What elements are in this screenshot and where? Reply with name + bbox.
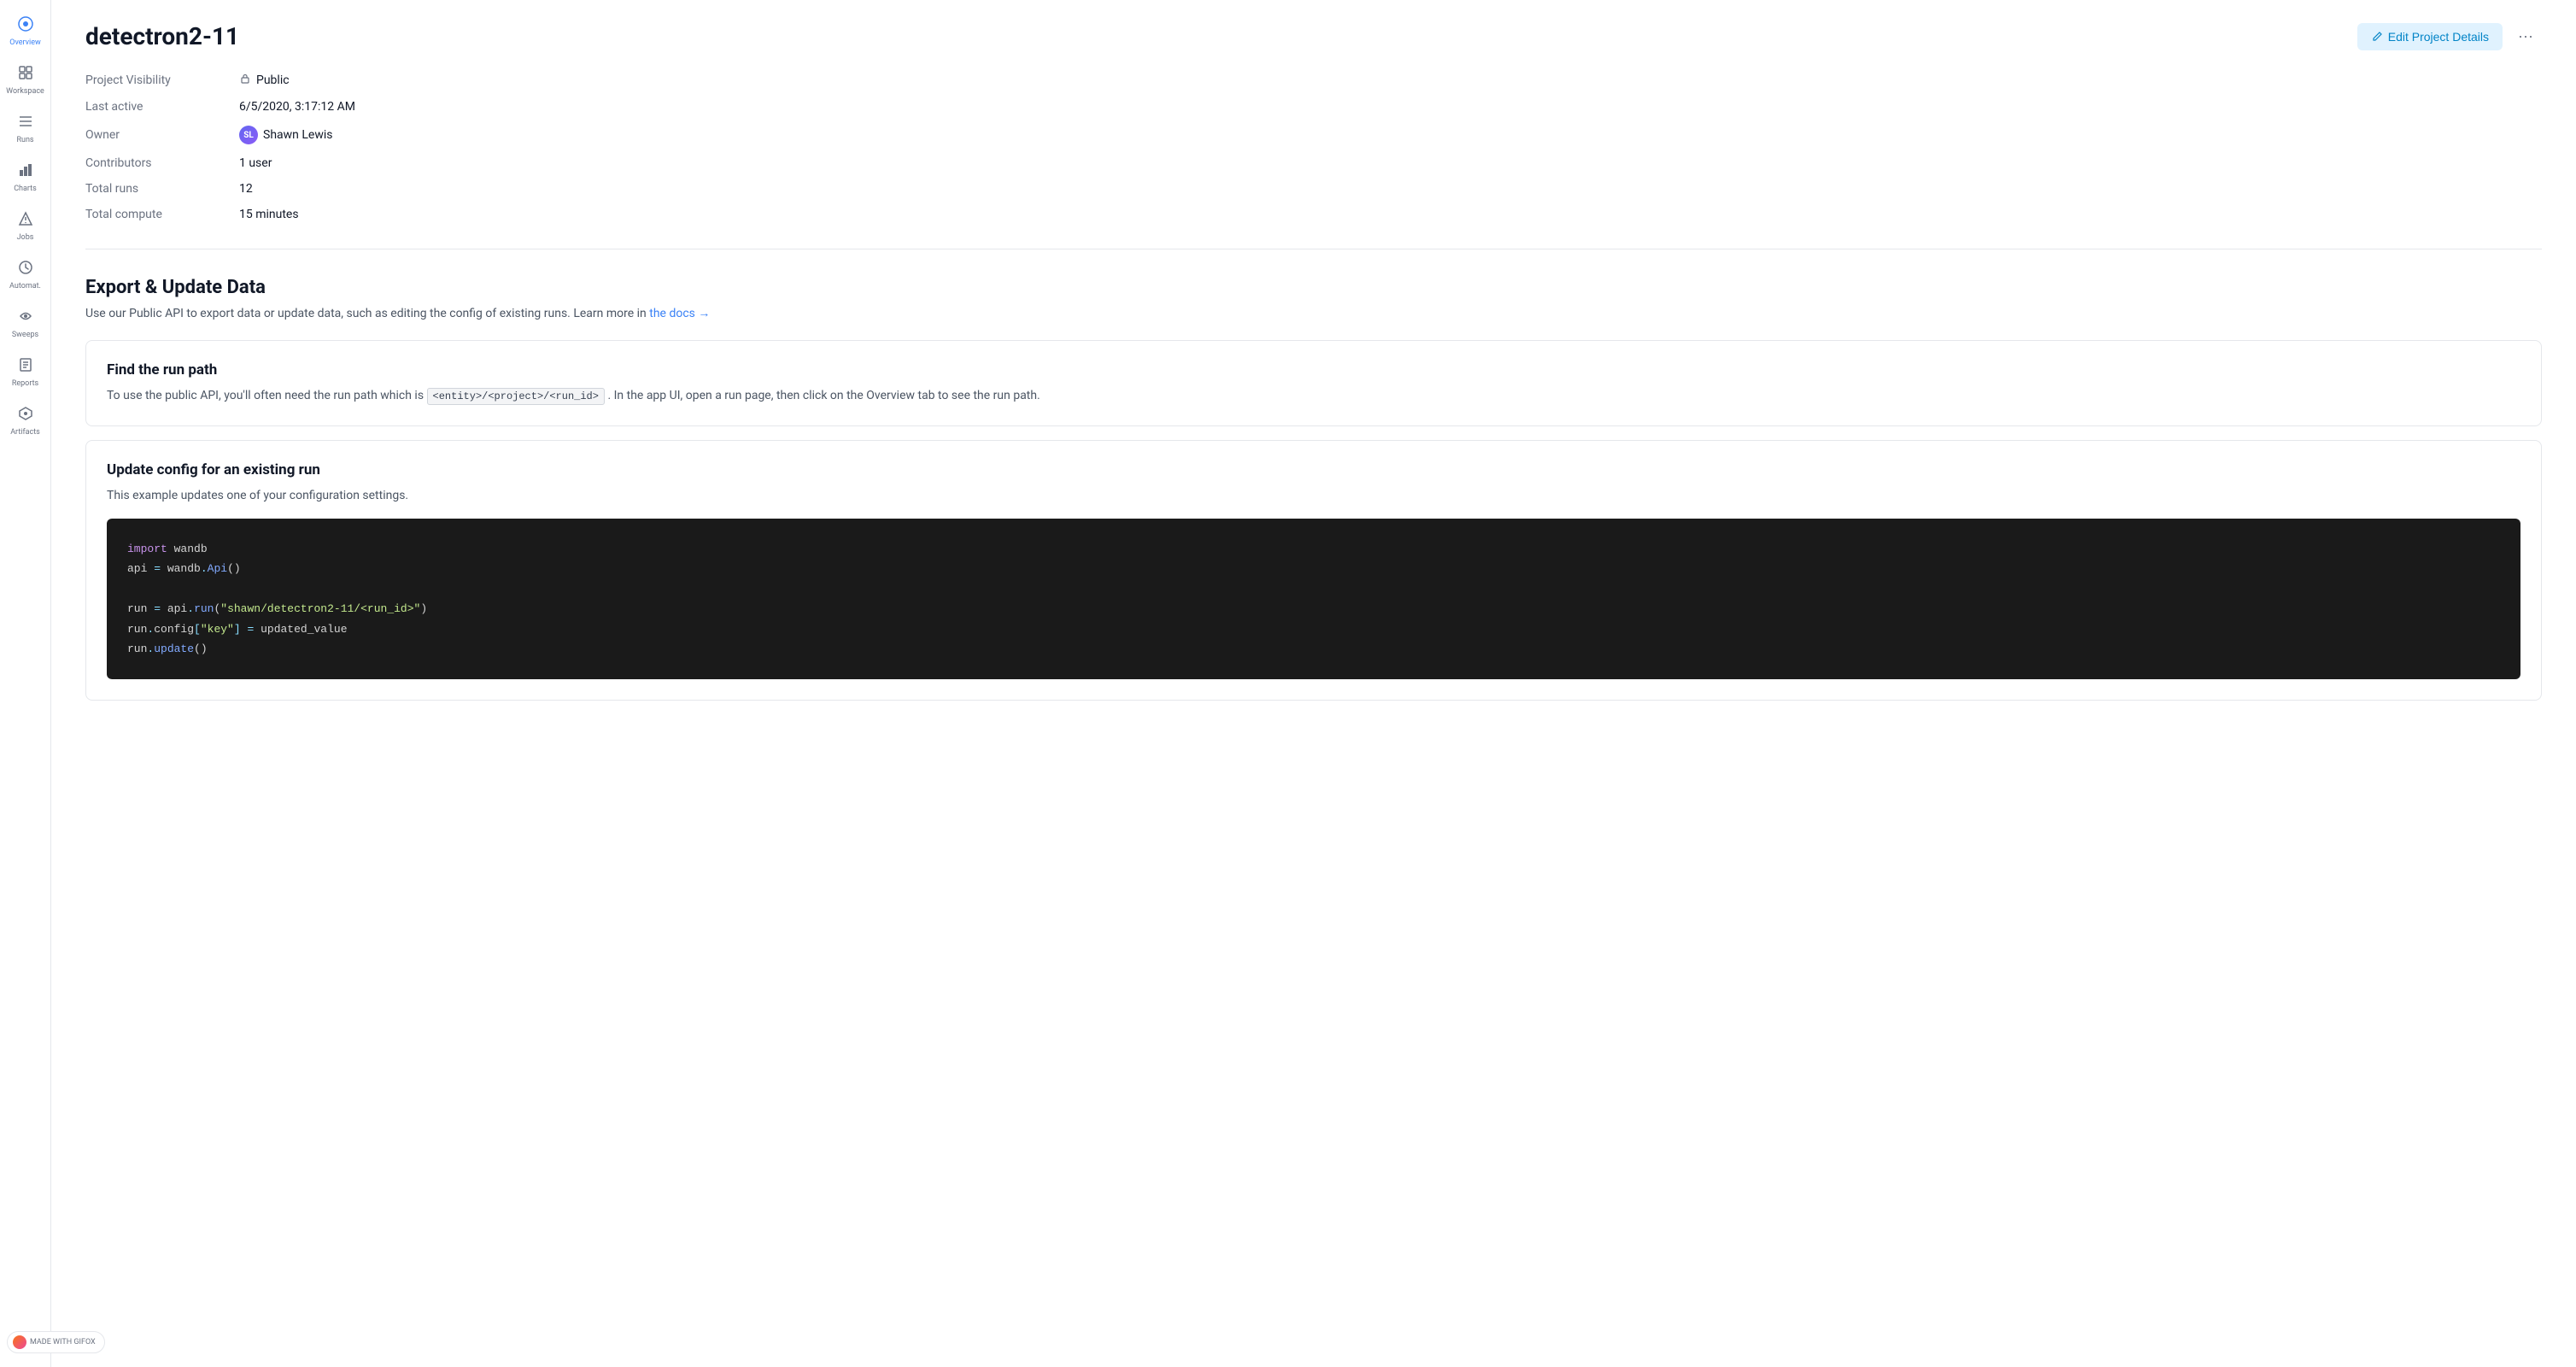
find-run-path-title: Find the run path bbox=[107, 361, 2520, 378]
sidebar-item-artifacts[interactable]: Artifacts bbox=[0, 396, 50, 445]
total-compute-label: Total compute bbox=[85, 208, 239, 221]
code-line-2: api = wandb.Api() bbox=[127, 559, 2500, 578]
workspace-icon bbox=[17, 64, 34, 85]
sweeps-icon bbox=[17, 308, 34, 328]
edit-icon bbox=[2371, 31, 2383, 43]
sidebar-item-automat[interactable]: Automat. bbox=[0, 250, 50, 299]
sidebar-item-workspace[interactable]: Workspace bbox=[0, 56, 50, 104]
sidebar-item-automat-label: Automat. bbox=[9, 282, 41, 290]
export-section-title: Export & Update Data bbox=[85, 277, 2542, 298]
visibility-label: Project Visibility bbox=[85, 73, 239, 88]
jobs-icon bbox=[17, 210, 34, 231]
sidebar-item-reports[interactable]: Reports bbox=[0, 348, 50, 396]
last-active-value: 6/5/2020, 3:17:12 AM bbox=[239, 100, 2542, 114]
reports-icon bbox=[17, 356, 34, 377]
sidebar-item-jobs-label: Jobs bbox=[17, 233, 34, 242]
total-runs-value: 12 bbox=[239, 182, 2542, 196]
sidebar-item-runs-label: Runs bbox=[16, 136, 33, 144]
sidebar-item-overview[interactable]: Overview bbox=[0, 7, 50, 56]
owner-avatar: SL bbox=[239, 126, 258, 144]
update-config-title: Update config for an existing run bbox=[107, 461, 2520, 478]
export-section: Export & Update Data Use our Public API … bbox=[85, 277, 2542, 701]
update-config-card: Update config for an existing run This e… bbox=[85, 440, 2542, 701]
header-actions: Edit Project Details ··· bbox=[2357, 21, 2542, 52]
update-config-desc: This example updates one of your configu… bbox=[107, 487, 2520, 505]
contributors-label: Contributors bbox=[85, 156, 239, 170]
gifox-badge[interactable]: MADE WITH GIFOX bbox=[7, 1331, 105, 1353]
sidebar-item-workspace-label: Workspace bbox=[6, 87, 44, 96]
code-block: import wandb api = wandb.Api() run = api… bbox=[107, 519, 2520, 679]
owner-value: SL Shawn Lewis bbox=[239, 126, 2542, 144]
sidebar-item-sweeps-label: Sweeps bbox=[12, 331, 38, 339]
sidebar-item-sweeps[interactable]: Sweeps bbox=[0, 299, 50, 348]
gifox-label: MADE WITH GIFOX bbox=[30, 1338, 96, 1346]
more-options-button[interactable]: ··· bbox=[2509, 21, 2542, 52]
header-row: detectron2-11 Edit Project Details ··· bbox=[85, 21, 2542, 52]
contributors-value: 1 user bbox=[239, 156, 2542, 170]
code-line-3: run = api.run("shawn/detectron2-11/<run_… bbox=[127, 599, 2500, 619]
sidebar-item-charts-label: Charts bbox=[14, 185, 37, 193]
find-run-path-card: Find the run path To use the public API,… bbox=[85, 340, 2542, 426]
sidebar: Overview Workspace Runs bbox=[0, 0, 51, 1367]
find-run-path-desc: To use the public API, you'll often need… bbox=[107, 387, 2520, 405]
project-title: detectron2-11 bbox=[85, 22, 239, 50]
visibility-value: Public bbox=[239, 73, 2542, 88]
sidebar-item-artifacts-label: Artifacts bbox=[10, 428, 40, 437]
sidebar-item-reports-label: Reports bbox=[12, 379, 38, 388]
artifacts-icon bbox=[17, 405, 34, 425]
runs-icon bbox=[17, 113, 34, 133]
sidebar-item-overview-label: Overview bbox=[9, 38, 40, 47]
total-runs-label: Total runs bbox=[85, 182, 239, 196]
export-section-desc: Use our Public API to export data or upd… bbox=[85, 305, 2542, 323]
total-compute-value: 15 minutes bbox=[239, 208, 2542, 221]
lock-icon bbox=[239, 73, 251, 88]
code-line-4: run.config["key"] = updated_value bbox=[127, 619, 2500, 639]
gifox-icon bbox=[13, 1335, 26, 1349]
run-path-code-tag: <entity>/<project>/<run_id> bbox=[427, 388, 605, 405]
code-line-5: run.update() bbox=[127, 639, 2500, 659]
owner-label: Owner bbox=[85, 126, 239, 144]
code-line-blank bbox=[127, 579, 2500, 599]
sidebar-item-charts[interactable]: Charts bbox=[0, 153, 50, 202]
charts-icon bbox=[17, 161, 34, 182]
main-content: detectron2-11 Edit Project Details ··· P… bbox=[51, 0, 2576, 1367]
sidebar-item-jobs[interactable]: Jobs bbox=[0, 202, 50, 250]
edit-project-button[interactable]: Edit Project Details bbox=[2357, 23, 2503, 50]
last-active-label: Last active bbox=[85, 100, 239, 114]
sidebar-item-runs[interactable]: Runs bbox=[0, 104, 50, 153]
docs-link[interactable]: the docs → bbox=[649, 307, 710, 320]
code-line-1: import wandb bbox=[127, 539, 2500, 559]
project-info-table: Project Visibility Public Last active 6/… bbox=[85, 73, 2542, 249]
automat-icon bbox=[17, 259, 34, 279]
overview-icon bbox=[17, 15, 34, 36]
